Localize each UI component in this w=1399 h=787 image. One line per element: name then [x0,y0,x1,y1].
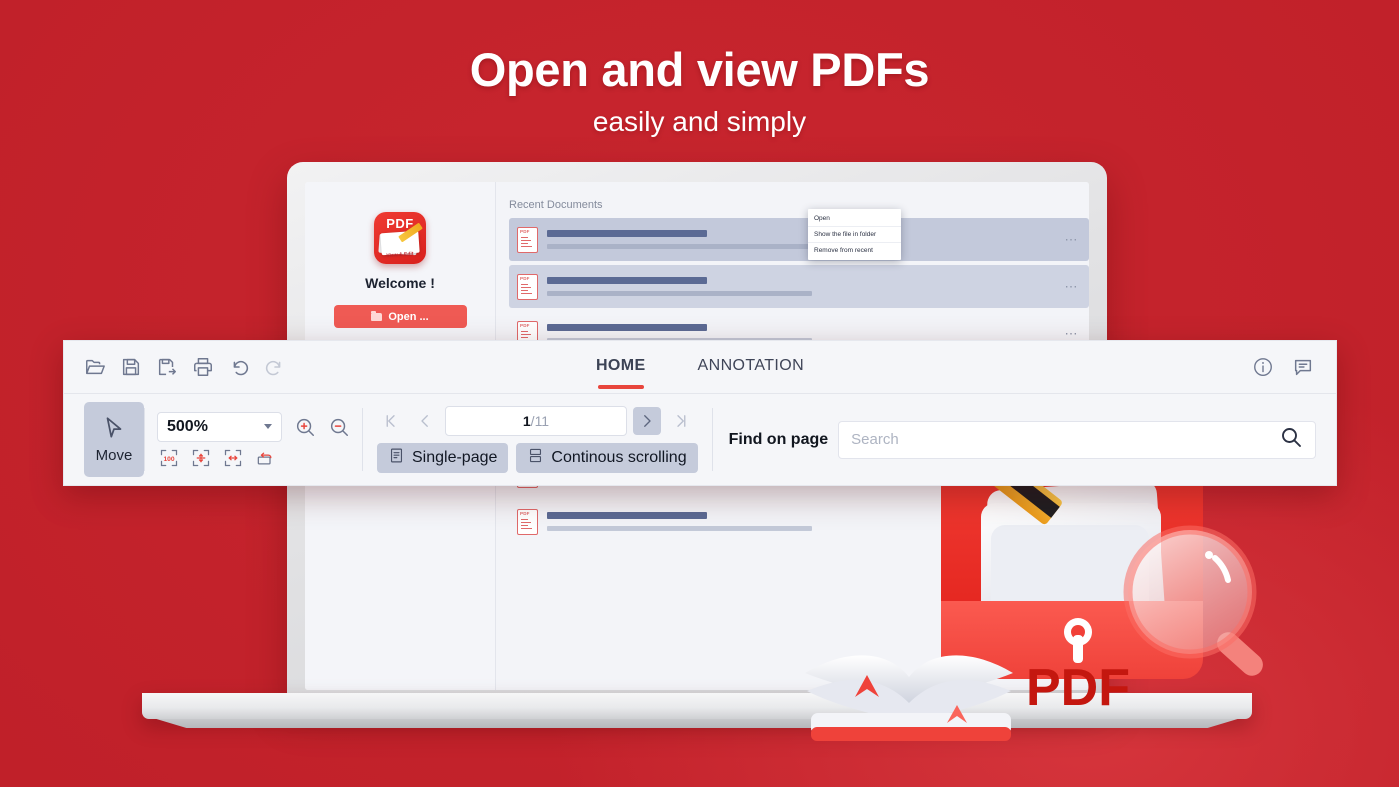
move-tool-button[interactable]: Move [84,402,144,477]
folder-icon [371,310,383,321]
fit-width-icon[interactable] [223,448,243,468]
doc-text-placeholder [547,230,1050,249]
recent-context-menu[interactable]: Open Show the file in folder Remove from… [808,209,901,260]
row-overflow-menu-icon[interactable]: ⋯ [1059,232,1080,248]
rotate-icon[interactable] [255,448,275,468]
find-on-page-label: Find on page [728,430,829,448]
illustration-pdf-label: PDF [1026,659,1130,717]
zoom-controls-group: 500% 100 [145,394,362,485]
page-number-input[interactable]: 1 / 11 [445,406,627,436]
chevron-down-icon [264,424,272,429]
search-icon[interactable] [1279,425,1303,454]
zoom-level-value: 500% [167,417,208,435]
toolbar-top-row: HOME ANNOTATION [64,341,1336,394]
last-page-button[interactable] [667,407,695,435]
context-menu-item-open[interactable]: Open [808,211,901,226]
poster-stage: Open and view PDFs easily and simply PDF… [0,0,1399,787]
print-icon[interactable] [192,356,214,378]
fit-controls-row: 100 [157,448,350,468]
toolbar-bottom-row: Move 500% 100 1 / 11 Single-page Contino… [64,394,1336,485]
move-tool-label: Move [95,447,133,464]
context-menu-item-show-in-folder[interactable]: Show the file in folder [808,226,901,242]
actual-size-icon[interactable]: 100 [159,448,179,468]
zoom-in-icon[interactable] [294,416,316,438]
search-placeholder: Search [851,431,899,448]
open-folder-icon[interactable] [84,356,106,378]
pdf-illustration: PDF [795,455,1325,760]
row-overflow-menu-icon[interactable]: ⋯ [1059,279,1080,295]
total-pages-value: 11 [534,413,550,429]
find-on-page-group: Find on page Search [713,394,1336,485]
search-input[interactable]: Search [838,420,1316,459]
open-file-button[interactable]: Open ... [333,305,467,328]
zoom-out-icon[interactable] [328,416,350,438]
page-nav-row: 1 / 11 [377,406,698,436]
cursor-arrow-icon [101,415,127,446]
pagination-group: 1 / 11 Single-page Continous scrolling [363,394,712,485]
tab-home[interactable]: HOME [596,357,646,389]
context-menu-item-remove-from-recent[interactable]: Remove from recent [808,242,901,258]
view-mode-row: Single-page Continous scrolling [377,443,698,473]
open-button-label: Open ... [388,310,429,323]
comment-icon[interactable] [1292,356,1314,378]
undo-icon[interactable] [228,356,250,378]
prev-page-button[interactable] [411,407,439,435]
toolbar-right-actions [1252,356,1336,378]
single-page-mode-button[interactable]: Single-page [377,443,509,473]
pdf-file-icon [517,226,538,253]
fit-page-icon[interactable] [191,448,211,468]
continuous-scrolling-mode-button[interactable]: Continous scrolling [516,443,698,473]
list-item[interactable]: ⋯ [509,265,1089,308]
info-icon[interactable] [1252,356,1274,378]
open-book [805,655,1013,741]
pdf-file-icon [517,273,538,300]
app-logo-icon: PDF View & Edit [374,212,426,264]
list-item[interactable]: ⋯ [509,218,1089,261]
single-page-mode-label: Single-page [412,449,498,466]
tab-annotation[interactable]: ANNOTATION [698,357,805,378]
welcome-label: Welcome ! [365,275,435,291]
zoom-level-row: 500% [157,411,350,442]
save-icon[interactable] [120,356,142,378]
pdf-file-icon [517,508,538,535]
recent-documents-title: Recent Documents [509,199,603,211]
save-as-icon[interactable] [156,356,178,378]
current-page-value: 1 [522,413,531,429]
stacked-pages-icon [527,447,544,469]
zoom-level-select[interactable]: 500% [157,411,282,442]
continuous-scrolling-mode-label: Continous scrolling [551,449,687,466]
svg-text:100: 100 [163,455,174,462]
file-actions-group [64,356,286,378]
doc-text-placeholder [547,277,1050,296]
first-page-button[interactable] [377,407,405,435]
page-document-icon [388,447,405,469]
redo-icon[interactable] [264,356,286,378]
next-page-button[interactable] [633,407,661,435]
pdf-toolbar: HOME ANNOTATION Move 500% 100 1 / 11 Sin… [63,340,1337,486]
